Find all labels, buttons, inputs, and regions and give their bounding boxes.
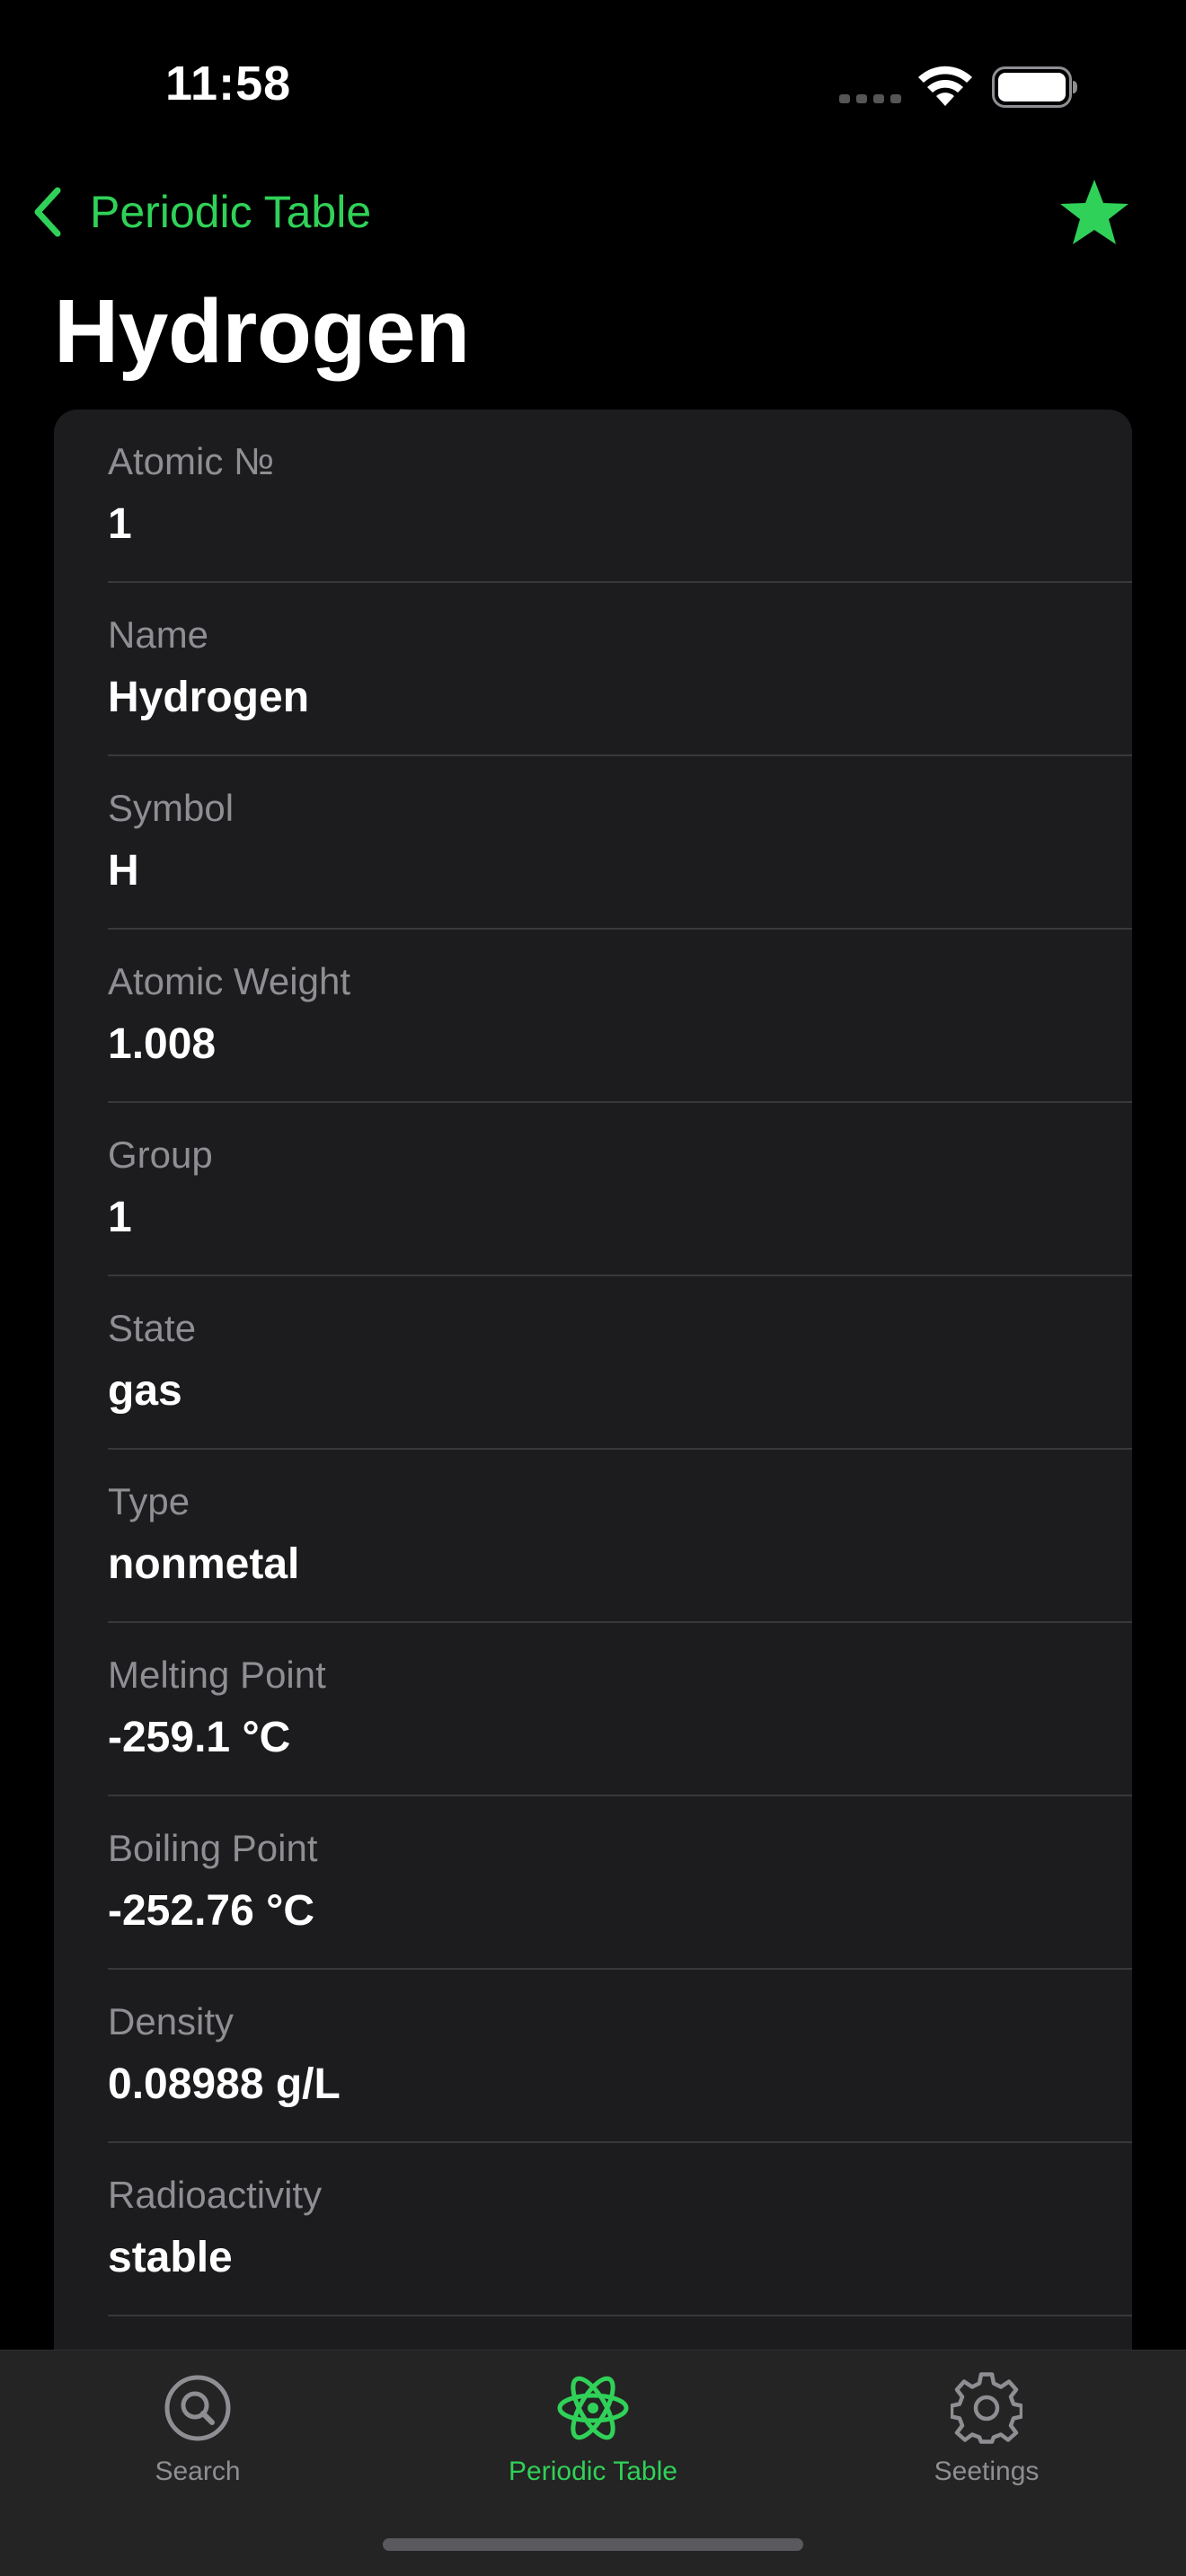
back-button[interactable]: Periodic Table — [27, 176, 371, 248]
detail-row-atomic-weight: Atomic Weight 1.008 — [54, 930, 1132, 1103]
battery-icon — [992, 66, 1077, 108]
row-divider — [108, 2315, 1132, 2316]
row-label: Density — [108, 2000, 235, 2042]
row-label: Atomic № — [108, 440, 275, 482]
row-value: H — [108, 847, 139, 895]
tab-label: Seetings — [934, 2457, 1040, 2486]
row-label: Melting Point — [108, 1654, 326, 1696]
row-value: Hydrogen — [108, 674, 310, 721]
row-value: -252.76 °C — [108, 1887, 314, 1935]
back-button-label: Periodic Table — [90, 187, 372, 237]
row-label: Name — [108, 613, 209, 656]
detail-row-boiling-point: Boiling Point -252.76 °C — [54, 1796, 1132, 1970]
row-label: Symbol — [108, 787, 235, 829]
element-detail-list: Atomic № 1 Name Hydrogen Symbol H Atomic… — [54, 410, 1132, 2386]
row-label: Boiling Point — [108, 1827, 318, 1869]
gear-icon — [951, 2372, 1022, 2444]
tab-periodic-table[interactable]: Periodic Table — [458, 2372, 728, 2507]
page-title: Hydrogen — [54, 281, 470, 382]
detail-row-symbol: Symbol H — [54, 756, 1132, 930]
row-value: stable — [108, 2234, 233, 2281]
wifi-icon — [918, 66, 972, 106]
status-bar: 11:58 — [0, 0, 1186, 171]
row-label: State — [108, 1307, 197, 1349]
row-value: -259.1 °C — [108, 1714, 291, 1761]
row-value: gas — [108, 1367, 182, 1415]
row-label: Atomic Weight — [108, 960, 350, 1002]
detail-row-radioactivity: Radioactivity stable — [54, 2143, 1132, 2316]
row-value: 0.08988 g/L — [108, 2060, 341, 2108]
search-icon — [164, 2375, 231, 2441]
row-label: Group — [108, 1134, 213, 1176]
row-value: 1.008 — [108, 1020, 217, 1068]
detail-row-atomic-number: Atomic № 1 — [54, 410, 1132, 583]
home-indicator — [383, 2538, 803, 2551]
detail-row-density: Density 0.08988 g/L — [54, 1970, 1132, 2143]
detail-row-group: Group 1 — [54, 1103, 1132, 1276]
cellular-signal-icon — [839, 94, 901, 103]
row-label: Type — [108, 1480, 190, 1522]
atom-icon — [557, 2376, 629, 2440]
row-label: Radioactivity — [108, 2174, 323, 2216]
chevron-left-icon — [34, 187, 61, 237]
screen: 11:58 Periodic Table Hydrogen Atomic № 1… — [0, 0, 1186, 2576]
detail-row-melting-point: Melting Point -259.1 °C — [54, 1623, 1132, 1796]
row-value: 1 — [108, 1194, 132, 1241]
tab-search[interactable]: Search — [63, 2372, 332, 2507]
detail-row-type: Type nonmetal — [54, 1450, 1132, 1623]
row-value: 1 — [108, 500, 132, 548]
tab-label: Periodic Table — [509, 2457, 677, 2486]
tab-settings[interactable]: Seetings — [852, 2372, 1121, 2507]
star-icon[interactable] — [1057, 176, 1132, 248]
detail-row-state: State gas — [54, 1276, 1132, 1450]
row-value: nonmetal — [108, 1540, 300, 1588]
detail-row-name: Name Hydrogen — [54, 583, 1132, 756]
status-time: 11:58 — [165, 57, 292, 110]
tab-label: Search — [155, 2457, 241, 2486]
